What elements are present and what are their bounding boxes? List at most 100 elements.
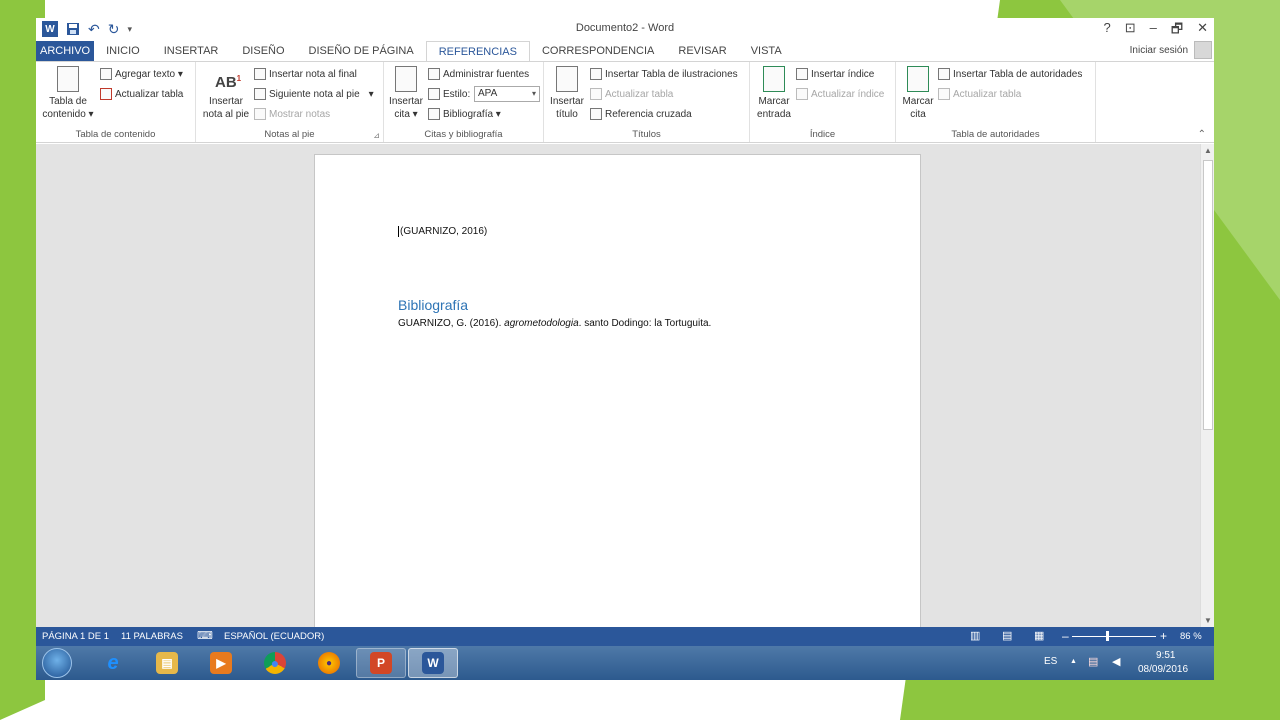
group-citas-y-bibliografia: Insertar cita ▾ Administrar fuentes Esti…: [384, 62, 544, 142]
tab-vista[interactable]: VISTA: [739, 41, 794, 61]
status-bar: PÁGINA 1 DE 1 11 PALABRAS ⌨ ESPAÑOL (ECU…: [36, 627, 1214, 646]
internet-explorer-icon: e: [107, 651, 119, 674]
marcar-cita-button[interactable]: Marcar cita: [900, 66, 936, 121]
title-bar: W ↶ ↻ ▾ Documento2 - Word ? ⊡ – 🗗 ✕: [36, 18, 1214, 40]
mostrar-notas-button[interactable]: Mostrar notas: [254, 106, 330, 122]
actualizar-indice-button[interactable]: Actualizar índice: [796, 86, 884, 102]
scroll-up-icon[interactable]: ▲: [1201, 146, 1214, 155]
scrollbar-thumb[interactable]: [1203, 160, 1213, 430]
web-layout-icon[interactable]: ▦: [1034, 629, 1044, 642]
word-count[interactable]: 11 PALABRAS: [121, 631, 183, 642]
collapse-ribbon-icon[interactable]: ⌃: [1198, 129, 1206, 140]
taskbar-file-explorer[interactable]: ▤: [142, 648, 192, 678]
print-layout-icon[interactable]: ▤: [1002, 629, 1012, 642]
zoom-slider[interactable]: [1072, 636, 1156, 637]
administrar-fuentes-button[interactable]: Administrar fuentes: [428, 66, 529, 82]
group-label: Títulos: [632, 129, 661, 140]
media-player-icon: ▶: [210, 652, 232, 674]
close-button[interactable]: ✕: [1197, 20, 1208, 42]
tab-correspondencia[interactable]: CORRESPONDENCIA: [530, 41, 666, 61]
tab-revisar[interactable]: REVISAR: [666, 41, 738, 61]
scroll-down-icon[interactable]: ▼: [1201, 616, 1214, 625]
style-icon: [428, 88, 440, 100]
bib-entry-rest: . santo Dodingo: la Tortuguita.: [578, 318, 712, 329]
proofing-icon[interactable]: ⌨: [197, 629, 213, 642]
zoom-level[interactable]: 86 %: [1180, 631, 1202, 642]
next-footnote-dropdown-icon[interactable]: ▾: [369, 89, 374, 100]
volume-icon[interactable]: ◀: [1112, 655, 1120, 668]
restore-button[interactable]: 🗗: [1171, 20, 1183, 42]
tab-archivo[interactable]: ARCHIVO: [36, 41, 95, 61]
update-table-icon: [590, 88, 602, 100]
tab-diseno[interactable]: DISEÑO: [230, 41, 296, 61]
agregar-texto-button[interactable]: Agregar texto ▾: [100, 66, 183, 82]
next-footnote-icon: [254, 88, 266, 100]
word-window: W ↶ ↻ ▾ Documento2 - Word ? ⊡ – 🗗 ✕ ARCH…: [36, 18, 1214, 680]
bibliografia-button[interactable]: Bibliografía ▾: [428, 106, 501, 122]
insertar-tabla-de-ilustraciones-button[interactable]: Insertar Tabla de ilustraciones: [590, 66, 738, 82]
taskbar-internet-explorer[interactable]: e: [88, 648, 138, 678]
actualizar-tabla-titulos-button[interactable]: Actualizar tabla: [590, 86, 673, 102]
actualizar-tabla-toc-button[interactable]: Actualizar tabla: [100, 86, 183, 102]
windows-taskbar: e ▤ ▶ ● ● P W ES ▲ ▤ ◀ 9:51 08/09/2016: [36, 646, 1214, 680]
tab-insertar[interactable]: INSERTAR: [152, 41, 231, 61]
marcar-entrada-button[interactable]: Marcar entrada: [754, 66, 794, 121]
chevron-down-icon: ▾: [531, 89, 536, 98]
actualizar-tabla-autoridades-button[interactable]: Actualizar tabla: [938, 86, 1021, 102]
insertar-cita-button[interactable]: Insertar cita ▾: [386, 66, 426, 121]
cross-reference-icon: [590, 108, 602, 120]
help-button[interactable]: ?: [1104, 20, 1111, 42]
tab-referencias[interactable]: REFERENCIAS: [425, 41, 530, 61]
clock-date[interactable]: 08/09/2016: [1138, 664, 1188, 675]
start-button[interactable]: [42, 648, 72, 678]
chrome-icon: ●: [264, 652, 286, 674]
read-mode-icon[interactable]: ▥: [970, 629, 980, 642]
minimize-button[interactable]: –: [1150, 20, 1157, 42]
update-table-icon: [938, 88, 950, 100]
group-label: Notas al pie: [264, 129, 315, 140]
citation-style-select[interactable]: APA ▾: [474, 86, 540, 102]
bibliography-heading[interactable]: Bibliografía: [398, 297, 468, 313]
sign-in-link[interactable]: Iniciar sesión: [1130, 45, 1188, 56]
group-tabla-de-autoridades: Marcar cita Insertar Tabla de autoridade…: [896, 62, 1096, 142]
page-count[interactable]: PÁGINA 1 DE 1: [42, 631, 109, 642]
input-language[interactable]: ES: [1044, 656, 1057, 667]
zoom-out-button[interactable]: –: [1062, 629, 1069, 643]
insertar-indice-button[interactable]: Insertar índice: [796, 66, 874, 82]
avatar[interactable]: [1194, 41, 1212, 59]
group-label: Índice: [809, 129, 836, 140]
insertar-nota-al-pie-button[interactable]: AB1 Insertar nota al pie: [200, 66, 252, 121]
estilo-label: Estilo:: [428, 86, 470, 102]
manage-sources-icon: [428, 68, 440, 80]
tabla-de-contenido-button[interactable]: Tabla de contenido ▾: [40, 66, 96, 121]
network-icon[interactable]: ▤: [1088, 655, 1098, 668]
insertar-titulo-button[interactable]: Insertar título: [546, 66, 588, 121]
bibliography-entry[interactable]: GUARNIZO, G. (2016). agrometodologia. sa…: [398, 318, 711, 329]
taskbar-media-player[interactable]: ▶: [196, 648, 246, 678]
zoom-slider-thumb[interactable]: [1106, 631, 1109, 641]
document-area[interactable]: (GUARNIZO, 2016) Bibliografía GUARNIZO, …: [36, 144, 1214, 634]
siguiente-nota-al-pie-button[interactable]: Siguiente nota al pie ▾: [254, 86, 374, 102]
vertical-scrollbar[interactable]: ▲ ▼: [1200, 144, 1214, 627]
taskbar-powerpoint[interactable]: P: [356, 648, 406, 678]
zoom-in-button[interactable]: +: [1160, 629, 1167, 643]
document-page[interactable]: (GUARNIZO, 2016) Bibliografía GUARNIZO, …: [314, 154, 921, 634]
insertar-tabla-de-autoridades-button[interactable]: Insertar Tabla de autoridades: [938, 66, 1082, 82]
citation-text[interactable]: (GUARNIZO, 2016): [398, 226, 487, 237]
taskbar-firefox[interactable]: ●: [304, 648, 354, 678]
group-label: Tabla de contenido: [75, 129, 156, 140]
taskbar-chrome[interactable]: ●: [250, 648, 300, 678]
referencia-cruzada-button[interactable]: Referencia cruzada: [590, 106, 692, 122]
language-indicator[interactable]: ESPAÑOL (ECUADOR): [224, 631, 324, 642]
dialog-launcher-icon[interactable]: ⊿: [373, 131, 380, 140]
tab-inicio[interactable]: INICIO: [94, 41, 152, 61]
insertar-nota-al-final-button[interactable]: Insertar nota al final: [254, 66, 357, 82]
ribbon-display-options-button[interactable]: ⊡: [1125, 20, 1136, 42]
clock-time[interactable]: 9:51: [1156, 650, 1175, 661]
system-tray: ES ▲ ▤ ◀ 9:51 08/09/2016: [1034, 646, 1214, 680]
tab-diseno-de-pagina[interactable]: DISEÑO DE PÁGINA: [297, 41, 426, 61]
group-indice: Marcar entrada Insertar índice Actualiza…: [750, 62, 896, 142]
group-notas-al-pie: AB1 Insertar nota al pie Insertar nota a…: [196, 62, 384, 142]
taskbar-word[interactable]: W: [408, 648, 458, 678]
show-hidden-icons-icon[interactable]: ▲: [1070, 658, 1077, 665]
